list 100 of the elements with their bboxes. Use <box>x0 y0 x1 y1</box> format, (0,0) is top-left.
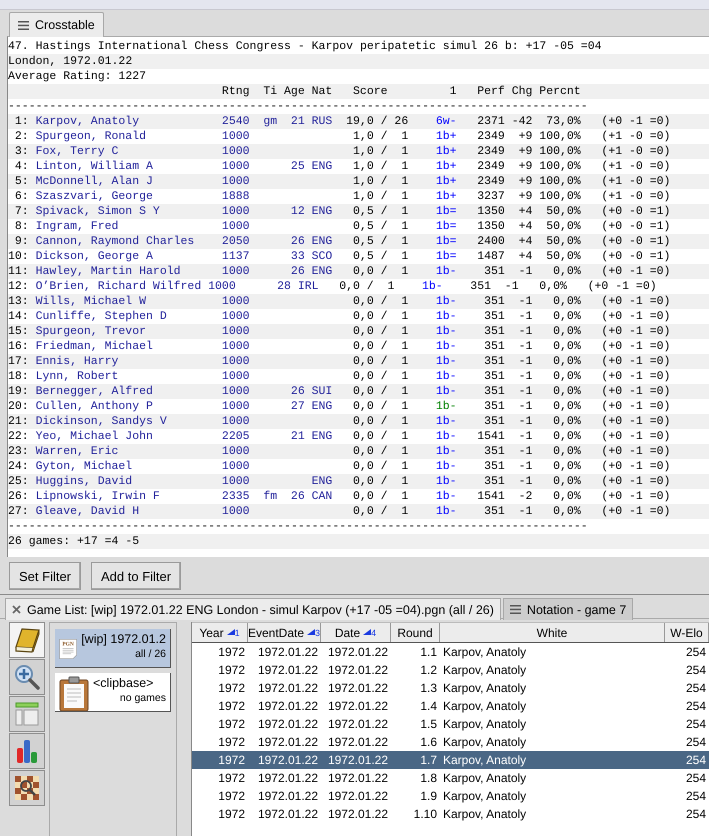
toolbar-button[interactable] <box>9 659 45 695</box>
table-cell-text: 1972.01.22 <box>326 770 389 787</box>
player-name: Gyton, Michael <box>36 460 132 473</box>
tournament-title: 47. Hastings International Chess Congress - Karpov peripatetic simul 26 b: +17 -05 =04 <box>8 39 602 54</box>
crosstable-tab[interactable]: Crosstable <box>9 12 104 37</box>
player-name: Cannon, Raymond Charles <box>36 235 194 248</box>
table-cell-text: 1.1 <box>419 644 438 661</box>
player-nation: ENG <box>312 400 332 413</box>
sort-order: 1 <box>234 628 240 636</box>
row-number: 19: <box>8 384 29 399</box>
menu-icon[interactable] <box>510 605 521 614</box>
toolbar-button[interactable] <box>9 770 45 806</box>
game-row[interactable]: 1972 1972.01.22 1972.01.22 1.8 Karpov, Anatoly 254 <box>192 769 709 787</box>
table-cell-text: 1972 <box>217 752 246 769</box>
performance-rating: 351 <box>484 355 505 368</box>
table-cell-text: Karpov, Anatoly <box>442 662 528 679</box>
table-cell-text: 1972.01.22 <box>256 680 319 697</box>
round-result: 1b- <box>436 355 457 368</box>
game-row[interactable]: 1972 1972.01.22 1972.01.22 1.4 Karpov, Anatoly 254 <box>192 697 709 715</box>
round-result: 1b+ <box>436 175 457 188</box>
menu-icon <box>18 20 29 30</box>
table-cell-text: 1.2 <box>419 662 438 679</box>
player-age: 28 <box>277 280 291 293</box>
table-cell-text: 254 <box>684 716 707 733</box>
player-rating: 1000 <box>222 265 250 278</box>
panel-tab[interactable]: Notation - game 7 <box>502 598 634 620</box>
rating-change: -1 <box>504 280 519 293</box>
player-name: Friedman, Michael <box>36 340 153 353</box>
player-score: 19,0 / 26 <box>346 115 408 128</box>
player-score: 0,5 / 1 <box>353 235 408 248</box>
game-row[interactable]: 1972 1972.01.22 1972.01.22 1.3 Karpov, Anatoly 254 <box>192 679 709 697</box>
score-percentage: 100,0% <box>539 145 581 158</box>
score-percentage: 100,0% <box>539 175 581 188</box>
table-cell-text: 1972.01.22 <box>256 698 319 715</box>
performance-rating: 2349 <box>477 160 505 173</box>
player-name: Linton, William A <box>36 160 153 173</box>
column-header[interactable]: White <box>440 623 665 642</box>
filter-button[interactable]: Set Filter <box>9 562 82 590</box>
player-score: 0,0 / 1 <box>353 325 408 338</box>
performance-rating: 2349 <box>477 130 505 143</box>
table-cell-text: Karpov, Anatoly <box>442 752 528 769</box>
player-rating: 2335 <box>222 490 250 503</box>
table-cell-text: 1.5 <box>419 716 438 733</box>
table-cell-text: Karpov, Anatoly <box>442 806 528 823</box>
filter-button[interactable]: Add to Filter <box>91 562 182 590</box>
panel-tab[interactable]: Game List: [wip] 1972.01.22 ENG London - simul Karpov (+17 -05 =04).pgn (all / 26) <box>5 598 501 620</box>
score-percentage: 0,0% <box>553 325 581 338</box>
table-cell-text: 254 <box>684 788 707 805</box>
table-cell-text: 1972 <box>217 662 246 679</box>
win-loss-draw-record: (+0 -1 =0) <box>601 355 670 368</box>
round-result: 1b- <box>436 325 457 338</box>
player-rating: 1000 <box>222 160 250 173</box>
round-result: 1b+ <box>436 130 457 143</box>
performance-rating: 351 <box>484 460 505 473</box>
column-header[interactable]: EventDate 3 <box>248 623 321 642</box>
game-row[interactable]: 1972 1972.01.22 1972.01.22 1.2 Karpov, Anatoly 254 <box>192 661 709 679</box>
player-score: 0,0 / 1 <box>353 490 408 503</box>
sort-order: 3 <box>315 628 320 636</box>
game-row[interactable]: 1972 1972.01.22 1972.01.22 1.7 Karpov, Anatoly 254 <box>192 751 709 769</box>
toolbar-button[interactable] <box>9 622 45 658</box>
table-cell-text: 1972 <box>217 698 246 715</box>
player-score: 0,0 / 1 <box>353 400 408 413</box>
table-cell-text: 1972 <box>217 716 246 733</box>
score-percentage: 0,0% <box>553 295 581 308</box>
round-result: 1b- <box>436 340 457 353</box>
performance-rating: 351 <box>484 415 505 428</box>
close-icon[interactable] <box>12 605 21 614</box>
player-rating: 1000 <box>208 280 236 293</box>
row-number: 2: <box>14 129 29 144</box>
game-row[interactable]: 1972 1972.01.22 1972.01.22 1.1 Karpov, Anatoly 254 <box>192 643 709 661</box>
score-percentage: 0,0% <box>553 505 581 518</box>
column-header: Rtng <box>222 84 251 99</box>
win-loss-draw-record: (+0 -0 =1) <box>601 235 670 248</box>
score-percentage: 73,0% <box>546 115 581 128</box>
win-loss-draw-record: (+0 -1 =0) <box>601 265 670 278</box>
column-header[interactable]: Date 4 <box>321 623 391 642</box>
round-result: 1b- <box>436 295 457 308</box>
win-loss-draw-record: (+0 -1 =0) <box>601 385 670 398</box>
player-rating: 1000 <box>222 130 250 143</box>
table-cell-text: 1972.01.22 <box>326 698 389 715</box>
game-count: no games <box>120 692 166 704</box>
column-header[interactable]: Round <box>391 623 440 642</box>
game-row[interactable]: 1972 1972.01.22 1972.01.22 1.6 Karpov, Anatoly 254 <box>192 733 709 751</box>
player-age: 25 <box>290 160 305 173</box>
row-number: 3: <box>14 144 29 159</box>
row-number: 26: <box>8 489 29 504</box>
game-row[interactable]: 1972 1972.01.22 1972.01.22 1.5 Karpov, Anatoly 254 <box>192 715 709 733</box>
table-cell-text: Karpov, Anatoly <box>442 788 528 805</box>
player-name: Karpov, Anatoly <box>36 115 140 128</box>
round-result: 1b= <box>436 220 457 233</box>
performance-rating: 3237 <box>477 190 505 203</box>
rating-change: -1 <box>518 400 532 413</box>
average-rating: Average Rating: 1227 <box>8 69 146 84</box>
column-header[interactable]: W-Elo <box>665 623 709 642</box>
game-row[interactable]: 1972 1972.01.22 1972.01.22 1.10 Karpov, Anatoly 254 <box>192 805 709 823</box>
column-header[interactable]: Year 1 <box>192 623 248 642</box>
player-nation: RUS <box>312 115 332 128</box>
player-score: 1,0 / 1 <box>353 175 408 188</box>
database-card[interactable]: <clipbase> no games <box>55 673 171 712</box>
game-row[interactable]: 1972 1972.01.22 1972.01.22 1.9 Karpov, Anatoly 254 <box>192 787 709 805</box>
